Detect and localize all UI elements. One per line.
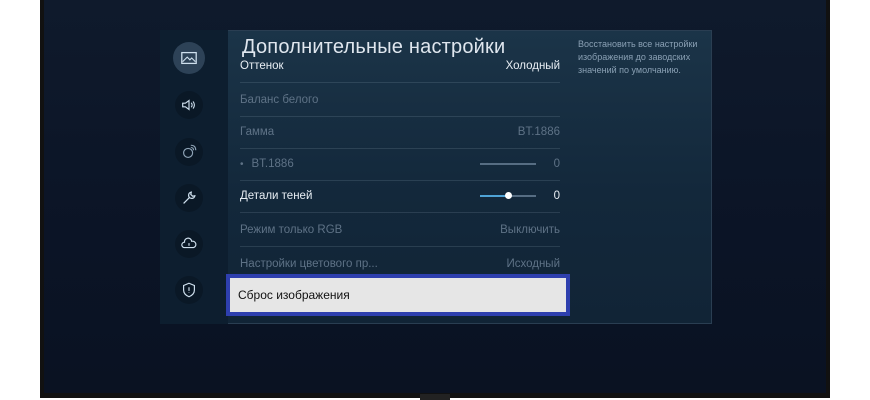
setting-label-text: BT.1886 xyxy=(251,158,294,170)
slider[interactable]: 0 xyxy=(479,190,560,202)
slider-value: 0 xyxy=(553,190,560,202)
setting-label: Детали теней xyxy=(240,190,313,202)
setting-row-shadow-detail[interactable]: Детали теней 0 xyxy=(240,180,560,213)
cloud-support-icon[interactable] xyxy=(175,230,203,258)
slider-fill xyxy=(479,195,508,197)
setting-row-white-balance[interactable]: Баланс белого xyxy=(240,84,560,117)
slider-track[interactable] xyxy=(479,163,536,165)
broadcast-icon[interactable] xyxy=(175,138,203,166)
bullet-icon: • xyxy=(240,159,244,170)
setting-row-rgb-only[interactable]: Режим только RGB Выключить xyxy=(240,214,560,247)
setting-row-bt1886[interactable]: • BT.1886 0 xyxy=(240,148,560,181)
sound-icon[interactable] xyxy=(175,91,203,119)
shield-icon[interactable] xyxy=(175,276,203,304)
reset-picture-button[interactable]: Сброс изображения xyxy=(226,274,570,316)
slider-track[interactable] xyxy=(479,192,536,199)
slider-thumb[interactable] xyxy=(504,192,512,199)
category-rail xyxy=(160,30,228,324)
tv-stand xyxy=(420,394,450,400)
setting-value: BT.1886 xyxy=(517,126,560,138)
setting-value: Исходный xyxy=(506,258,560,270)
setting-row-tint[interactable]: Оттенок Холодный xyxy=(240,50,560,83)
wrench-icon[interactable] xyxy=(175,184,203,212)
setting-label: Баланс белого xyxy=(240,94,319,106)
setting-label: Настройки цветового пр... xyxy=(240,258,378,270)
setting-value: Холодный xyxy=(505,60,560,72)
picture-icon[interactable] xyxy=(173,42,205,74)
setting-label: Гамма xyxy=(240,126,275,138)
slider[interactable]: 0 xyxy=(479,158,560,170)
reset-picture-label: Сброс изображения xyxy=(238,288,350,302)
setting-row-gamma[interactable]: Гамма BT.1886 xyxy=(240,116,560,149)
help-text: Восстановить все настройки изображения д… xyxy=(578,39,698,75)
setting-label: Режим только RGB xyxy=(240,224,343,236)
slider-value: 0 xyxy=(553,158,560,170)
setting-value: Выключить xyxy=(500,224,560,236)
setting-label: Оттенок xyxy=(240,60,284,72)
setting-label: • BT.1886 xyxy=(240,158,294,170)
